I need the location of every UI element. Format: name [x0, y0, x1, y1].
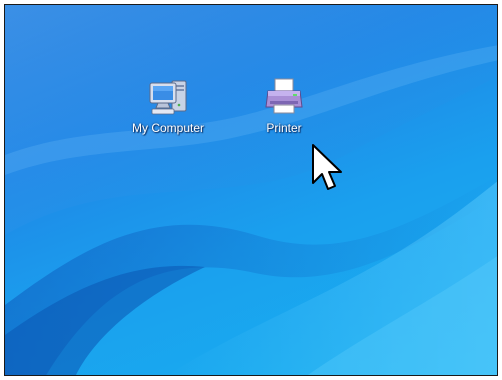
desktop[interactable]: My Computer Printer — [5, 5, 497, 375]
desktop-icon-label: My Computer — [131, 121, 205, 135]
my-computer-icon — [149, 80, 187, 115]
desktop-frame: My Computer Printer — [4, 4, 498, 376]
wallpaper-waves — [5, 5, 497, 375]
mouse-pointer-icon — [312, 144, 342, 190]
desktop-icon-label: Printer — [266, 121, 302, 135]
desktop-icon-printer[interactable]: Printer — [229, 75, 339, 137]
printer-icon — [265, 78, 303, 114]
desktop-icon-my-computer[interactable]: My Computer — [113, 75, 223, 137]
